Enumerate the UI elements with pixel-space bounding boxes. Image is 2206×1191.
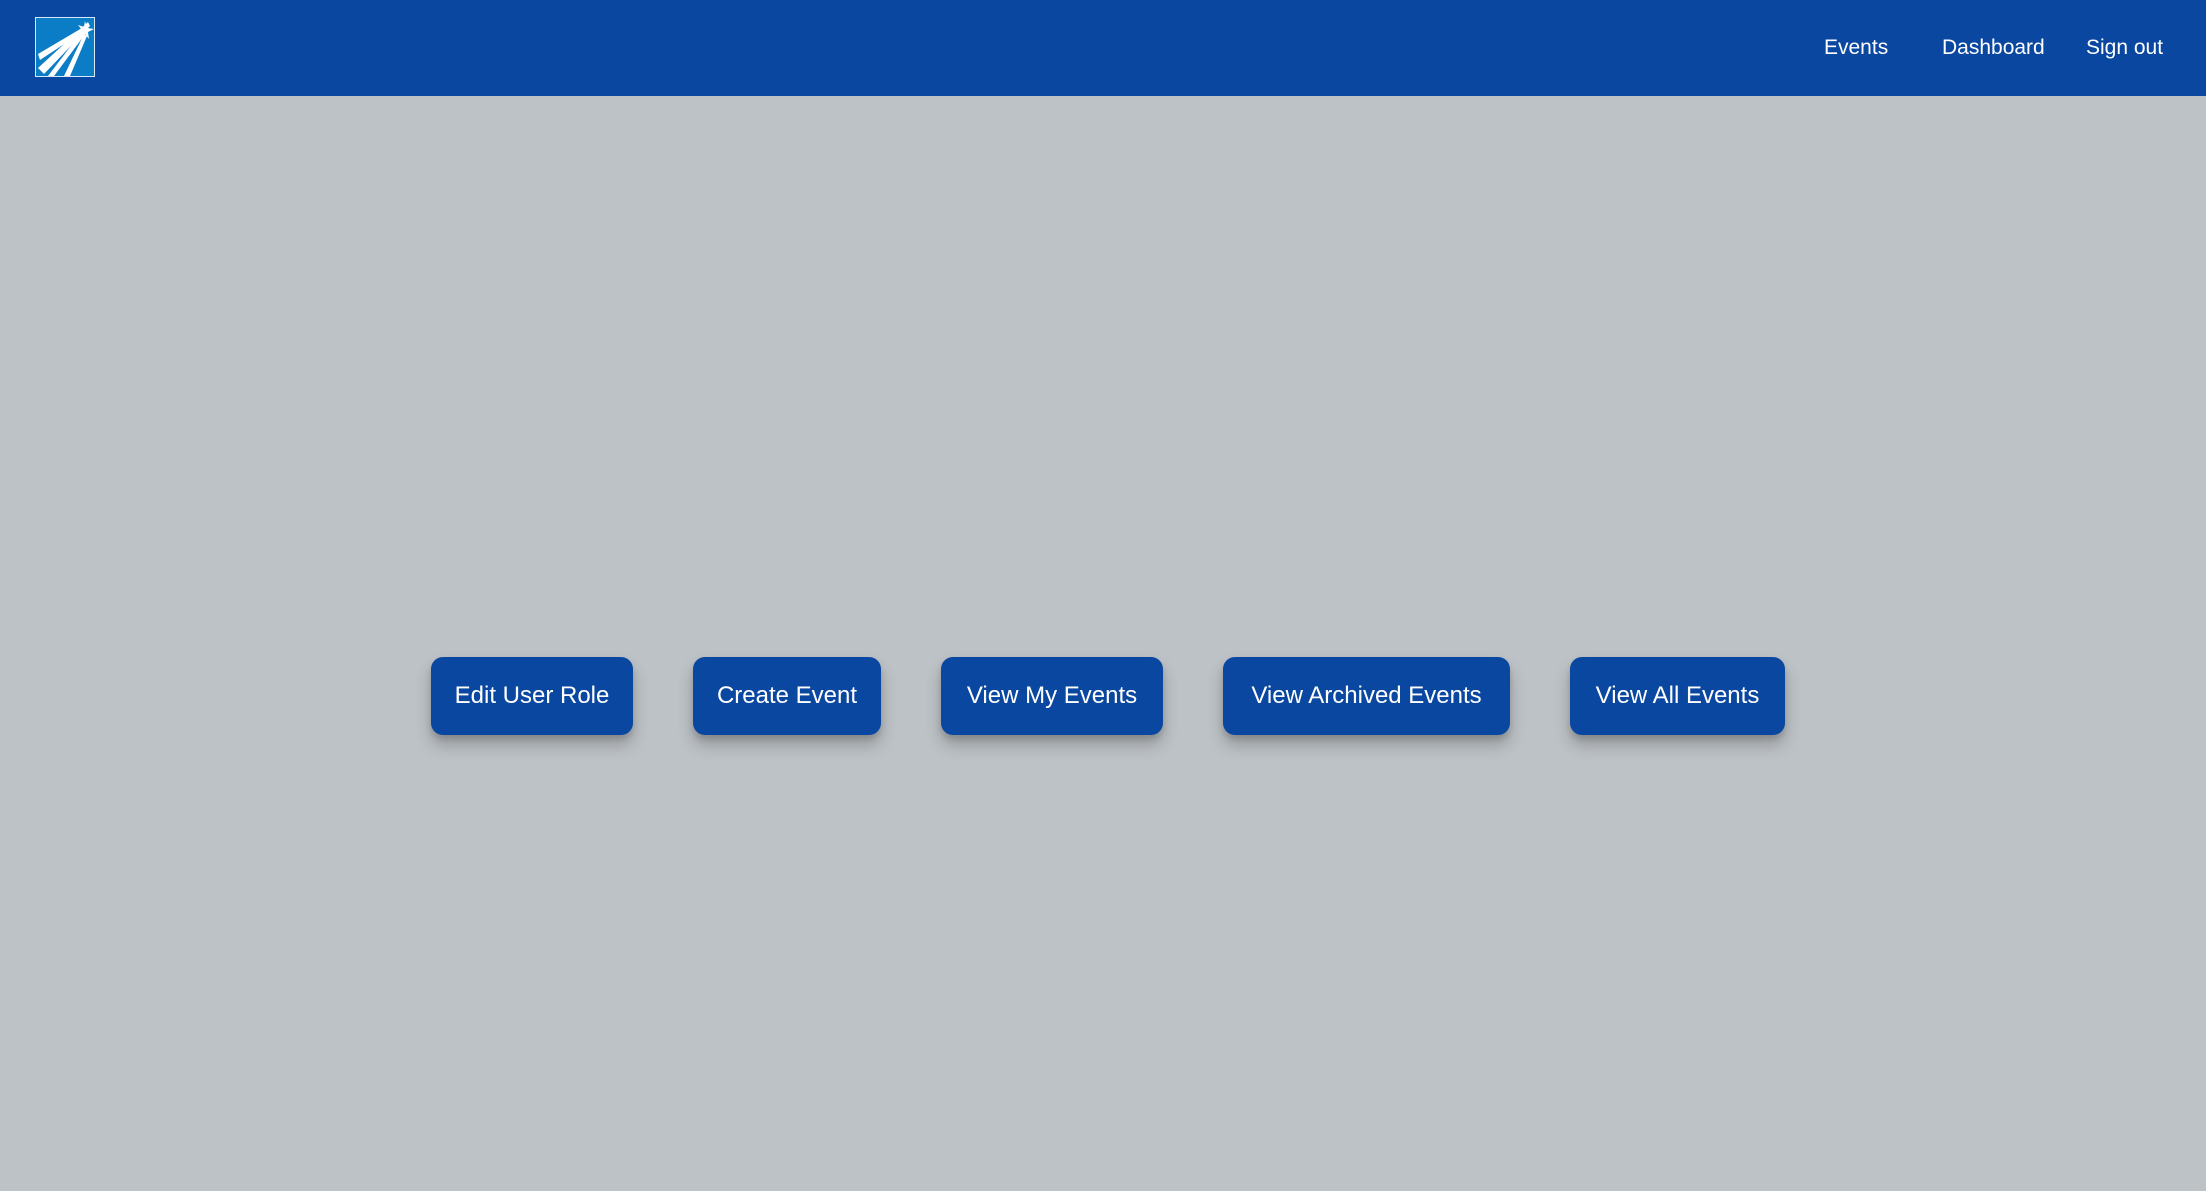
top-navbar: Events Dashboard Sign out [0,0,2206,96]
logo-graphic [38,21,94,76]
view-all-events-button[interactable]: View All Events [1570,657,1785,735]
nav-link-sign-out[interactable]: Sign out [2086,0,2163,96]
shooting-star-logo-icon[interactable] [35,17,95,77]
view-archived-events-button[interactable]: View Archived Events [1223,657,1510,735]
nav-link-events[interactable]: Events [1824,0,1888,96]
create-event-button[interactable]: Create Event [693,657,881,735]
view-my-events-button[interactable]: View My Events [941,657,1163,735]
nav-link-dashboard[interactable]: Dashboard [1942,0,2045,96]
edit-user-role-button[interactable]: Edit User Role [431,657,633,735]
